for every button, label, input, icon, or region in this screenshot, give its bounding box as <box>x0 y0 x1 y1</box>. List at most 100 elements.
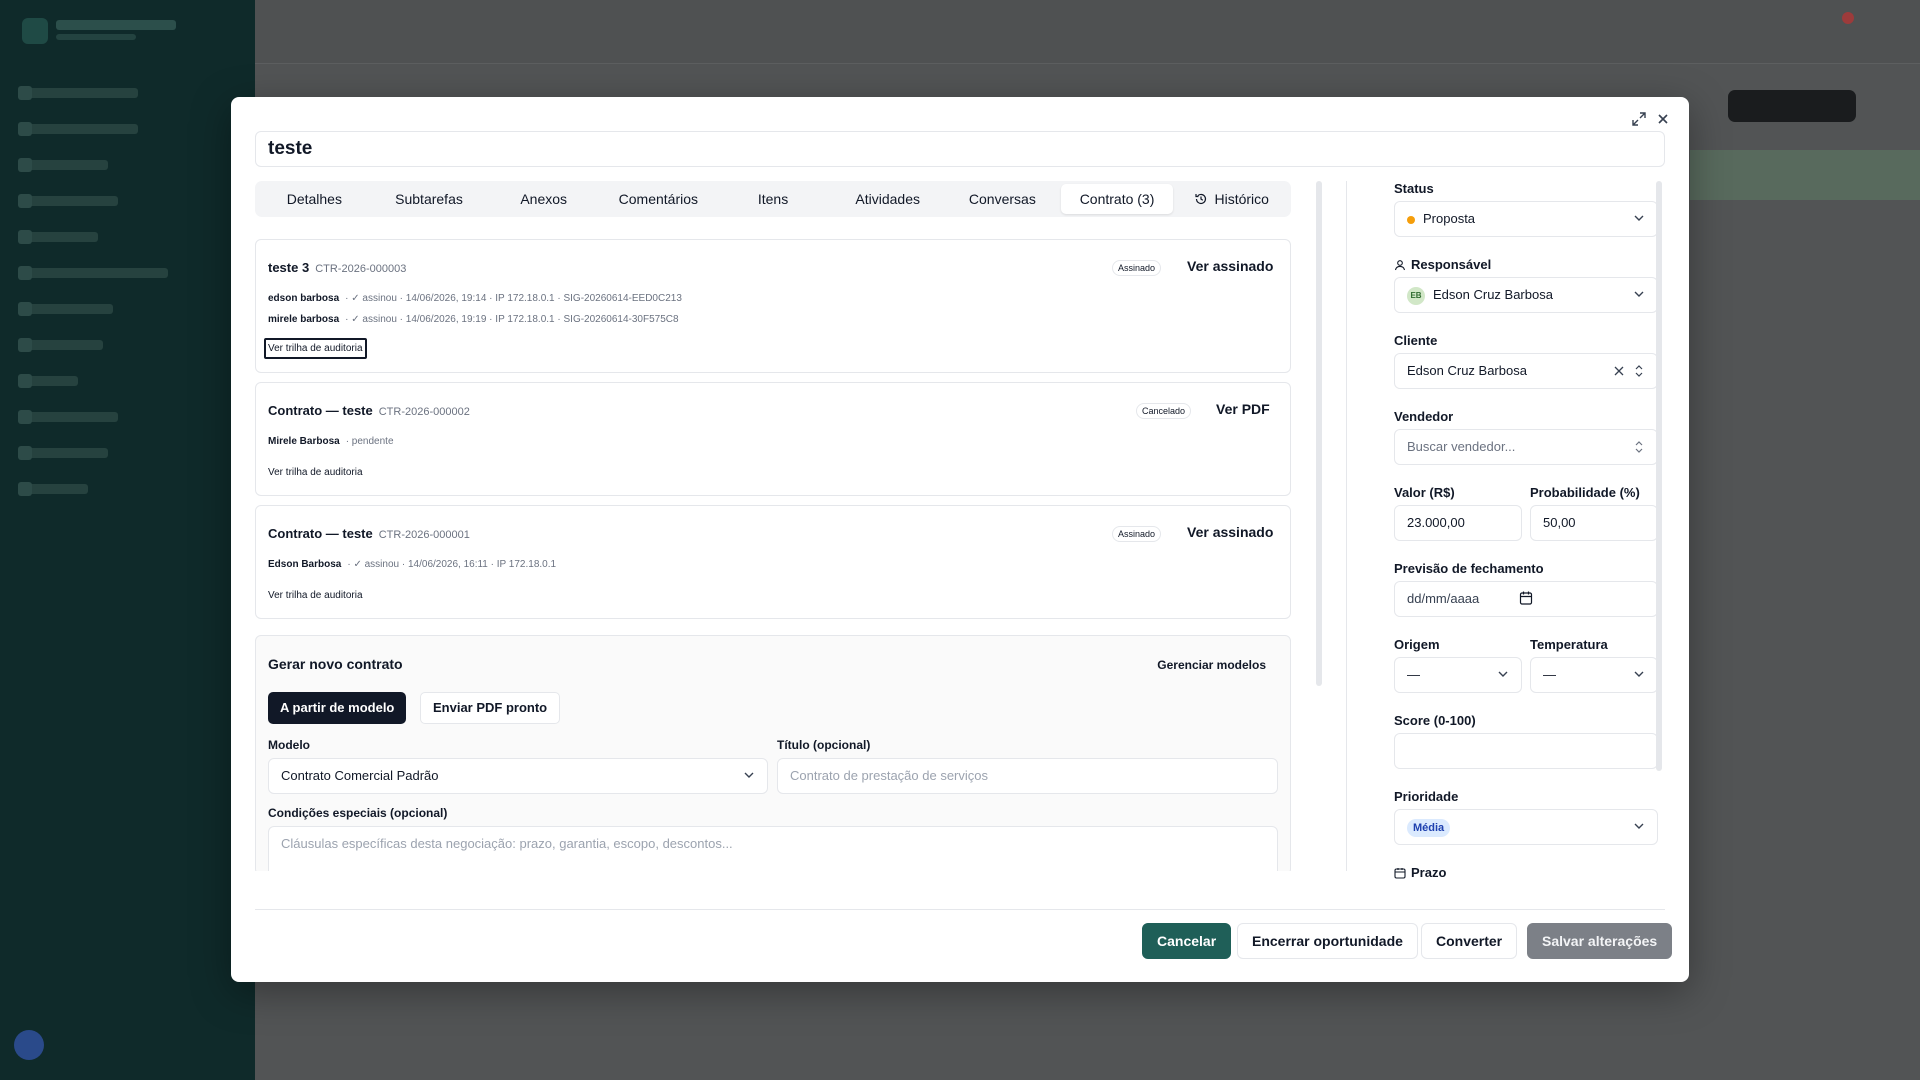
contract-code: CTR-2026-000002 <box>378 406 470 418</box>
contracts-panel: teste 3 CTR-2026-000003 Assinado Ver assi… <box>255 231 1291 871</box>
temperatura-select[interactable]: — <box>1530 657 1658 693</box>
contract-code: CTR-2026-000001 <box>378 529 470 541</box>
contract-title: Contrato — teste <box>268 403 373 418</box>
opportunity-modal: teste Detalhes Subtarefas Anexos Comentá… <box>231 97 1689 982</box>
tab-conversas[interactable]: Conversas <box>946 184 1059 214</box>
probabilidade-input[interactable]: 50,00 <box>1530 505 1658 541</box>
status-badge: Assinado <box>1112 260 1162 276</box>
mode-pdf-button[interactable]: Enviar PDF pronto <box>420 692 561 724</box>
convert-button[interactable]: Converter <box>1421 923 1518 959</box>
scrollbar[interactable] <box>1316 181 1322 686</box>
opportunity-title-input[interactable]: teste <box>255 131 1665 167</box>
origem-label: Origem <box>1394 637 1440 652</box>
vendedor-combobox[interactable]: Buscar vendedor... <box>1394 429 1658 465</box>
chevron-down-icon <box>1633 202 1645 236</box>
calendar-icon <box>1394 867 1406 879</box>
calendar-icon[interactable] <box>1519 582 1533 616</box>
prioridade-label: Prioridade <box>1394 789 1459 804</box>
expand-icon[interactable] <box>1631 111 1647 127</box>
signature-row: mirele barbosa · ✓ assinou · 14/06/2026, … <box>268 314 679 325</box>
column-divider <box>1346 181 1347 871</box>
temperatura-label: Temperatura <box>1530 637 1608 652</box>
contract-code: CTR-2026-000003 <box>315 263 407 275</box>
tab-bar: Detalhes Subtarefas Anexos Comentários I… <box>255 181 1291 217</box>
score-input[interactable] <box>1394 733 1658 769</box>
view-pdf-button[interactable]: Ver PDF <box>1216 401 1270 417</box>
audit-trail-link[interactable]: Ver trilha de auditoria <box>264 338 367 359</box>
signature-row: Edson Barbosa · ✓ assinou · 14/06/2026, 1… <box>268 559 557 570</box>
score-label: Score (0-100) <box>1394 713 1476 728</box>
prioridade-select[interactable]: Média <box>1394 809 1658 845</box>
status-badge: Assinado <box>1112 526 1162 542</box>
valor-input[interactable]: 23.000,00 <box>1394 505 1522 541</box>
generate-contract-section: Gerar novo contrato Gerenciar modelos A … <box>255 635 1291 871</box>
mode-template-button[interactable]: A partir de modelo <box>268 692 407 724</box>
background-button <box>1728 90 1856 122</box>
conditions-textarea[interactable]: Cláusulas específicas desta negociação: … <box>268 826 1278 871</box>
background-topbar <box>255 0 1920 64</box>
footer-divider <box>255 909 1665 910</box>
previsao-date-input[interactable]: dd/mm/aaaa <box>1394 581 1658 617</box>
background-notification-dot <box>1842 12 1854 24</box>
chevron-down-icon <box>1633 810 1645 844</box>
cancel-button[interactable]: Cancelar <box>1142 923 1232 959</box>
tab-historico[interactable]: Histórico <box>1175 184 1288 214</box>
view-signed-button[interactable]: Ver assinado <box>1187 258 1273 274</box>
contract-card: teste 3 CTR-2026-000003 Assinado Ver assi… <box>255 239 1291 373</box>
background-logo <box>22 18 48 44</box>
responsavel-select[interactable]: EB Edson Cruz Barbosa <box>1394 277 1658 313</box>
close-opportunity-button[interactable]: Encerrar oportunidade <box>1237 923 1418 959</box>
priority-badge: Média <box>1407 818 1451 837</box>
status-badge: Cancelado <box>1136 403 1192 419</box>
previsao-label: Previsão de fechamento <box>1394 561 1544 576</box>
tab-historico-label: Histórico <box>1214 191 1269 207</box>
origem-select[interactable]: — <box>1394 657 1522 693</box>
responsavel-label: Responsável <box>1394 257 1491 272</box>
contract-card: Contrato — teste CTR-2026-000002 Cancelad… <box>255 382 1291 496</box>
clear-icon[interactable] <box>1613 354 1625 388</box>
signature-row: Mirele Barbosa · pendente <box>268 436 394 447</box>
chevron-down-icon <box>743 759 755 793</box>
contract-title: Contrato — teste <box>268 526 373 541</box>
prazo-label: Prazo <box>1394 865 1446 880</box>
close-icon[interactable] <box>1655 111 1671 127</box>
history-icon <box>1194 192 1208 206</box>
chevron-down-icon <box>1633 278 1645 312</box>
tab-anexos[interactable]: Anexos <box>487 184 600 214</box>
model-label: Modelo <box>268 738 310 752</box>
tab-atividades[interactable]: Atividades <box>831 184 944 214</box>
background-panel <box>1690 150 1920 200</box>
cliente-label: Cliente <box>1394 333 1438 348</box>
chevron-down-icon <box>1497 658 1509 692</box>
cliente-combobox[interactable]: Edson Cruz Barbosa <box>1394 353 1658 389</box>
tab-comentarios[interactable]: Comentários <box>602 184 715 214</box>
avatar: EB <box>1407 286 1425 305</box>
model-select[interactable]: Contrato Comercial Padrão <box>268 758 768 794</box>
manage-templates-link[interactable]: Gerenciar modelos <box>1157 658 1266 672</box>
chevron-updown-icon <box>1633 430 1645 464</box>
save-button[interactable]: Salvar alterações <box>1527 923 1673 959</box>
background-sidebar <box>0 0 255 1080</box>
status-dot <box>1407 215 1415 224</box>
chevron-updown-icon <box>1633 354 1645 388</box>
signature-row: edson barbosa · ✓ assinou · 14/06/2026, 1… <box>268 293 682 304</box>
title-label: Título (opcional) <box>777 738 871 752</box>
contract-title-input[interactable]: Contrato de prestação de serviços <box>777 758 1278 794</box>
chevron-down-icon <box>1633 658 1645 692</box>
valor-label: Valor (R$) <box>1394 485 1455 500</box>
tab-subtarefas[interactable]: Subtarefas <box>373 184 486 214</box>
background-avatar <box>14 1030 44 1060</box>
status-label: Status <box>1394 181 1434 196</box>
tab-detalhes[interactable]: Detalhes <box>258 184 371 214</box>
status-select[interactable]: Proposta <box>1394 201 1658 237</box>
audit-trail-link[interactable]: Ver trilha de auditoria <box>266 464 365 481</box>
generate-title: Gerar novo contrato <box>268 656 403 672</box>
audit-trail-link[interactable]: Ver trilha de auditoria <box>266 587 365 604</box>
conditions-label: Condições especiais (opcional) <box>268 806 448 820</box>
tab-itens[interactable]: Itens <box>717 184 830 214</box>
scrollbar[interactable] <box>1656 181 1662 771</box>
tab-contrato[interactable]: Contrato (3) <box>1060 184 1174 214</box>
view-signed-button[interactable]: Ver assinado <box>1187 524 1273 540</box>
vendedor-label: Vendedor <box>1394 409 1454 424</box>
probabilidade-label: Probabilidade (%) <box>1530 485 1640 500</box>
